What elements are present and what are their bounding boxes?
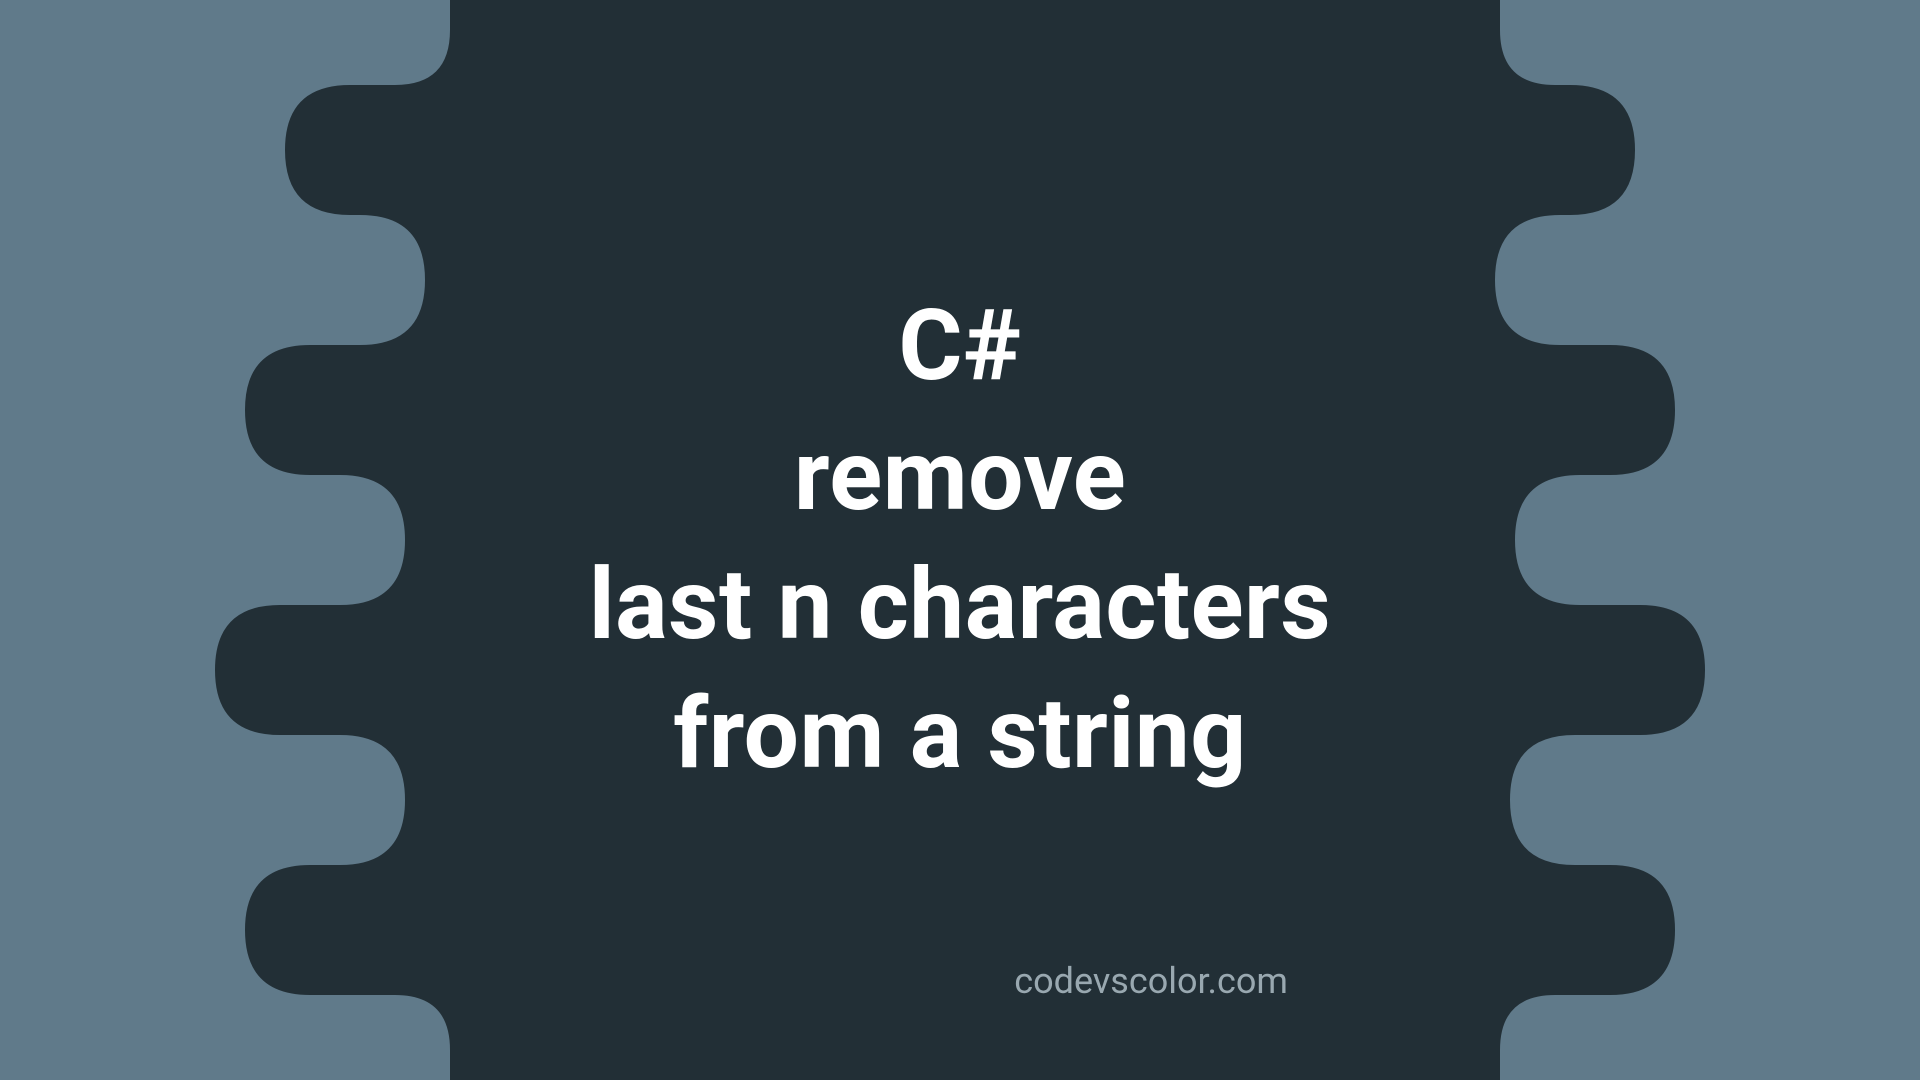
title-heading: C# remove last n characters from a strin… bbox=[589, 281, 1332, 798]
content-area: C# remove last n characters from a strin… bbox=[0, 0, 1920, 1080]
watermark-text: codevscolor.com bbox=[1014, 960, 1288, 1002]
title-line-2: remove bbox=[589, 411, 1332, 540]
title-line-4: from a string bbox=[589, 669, 1332, 798]
title-line-1: C# bbox=[589, 281, 1332, 410]
title-line-3: last n characters bbox=[589, 540, 1332, 669]
